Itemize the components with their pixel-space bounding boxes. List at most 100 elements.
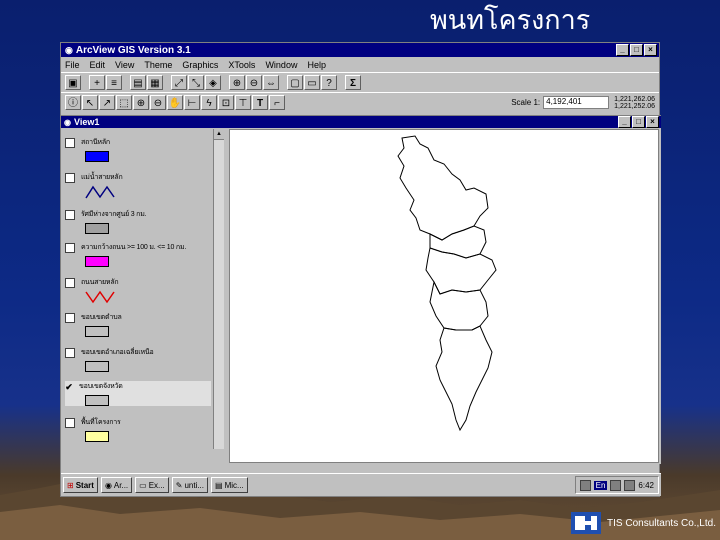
theme-name: แม่น้ำสายหลัก	[81, 174, 123, 181]
view-globe-icon: ◉	[64, 117, 71, 127]
theme-checkbox[interactable]	[65, 347, 75, 358]
taskbar-item-arcview[interactable]: ◉ Ar...	[100, 477, 133, 493]
theme-checkbox[interactable]	[65, 172, 75, 183]
tool-bar: ⓘ ↖ ↗ ⬚ ⊕ ⊖ ✋ ⊢ ϟ ⊡ ⊤ T ⌐ Scale 1: 4,192…	[61, 92, 659, 112]
menu-view[interactable]: View	[115, 60, 134, 70]
view-titlebar[interactable]: ◉ View1 _ □ ×	[61, 116, 661, 128]
language-indicator[interactable]: En	[593, 480, 608, 490]
label-icon[interactable]: ⊤	[235, 95, 251, 110]
tray-app-icon[interactable]	[579, 479, 591, 491]
help-icon[interactable]: ?	[321, 75, 337, 90]
theme-item[interactable]: ขอบเขตอำเภอเฉลี่ยเหนือ	[65, 347, 211, 372]
menu-help[interactable]: Help	[307, 60, 326, 70]
view-close-button[interactable]: ×	[646, 116, 659, 128]
taskbar-item-untitled[interactable]: ✎ unti...	[171, 477, 209, 493]
minimize-button[interactable]: _	[616, 44, 629, 56]
select-features-icon[interactable]: ▢	[287, 75, 303, 90]
view-title: View1	[73, 117, 100, 127]
theme-checkbox[interactable]	[65, 417, 75, 428]
view-minimize-button[interactable]: _	[618, 116, 631, 128]
theme-properties-icon[interactable]: ≡	[106, 75, 122, 90]
theme-checkbox[interactable]	[65, 277, 75, 288]
zoom-out-icon[interactable]: ⊖	[246, 75, 262, 90]
table-icon[interactable]: ▦	[147, 75, 163, 90]
start-label: Start	[75, 480, 94, 490]
menu-bar: File Edit View Theme Graphics XTools Win…	[61, 57, 659, 72]
vertex-edit-icon[interactable]: ↗	[99, 95, 115, 110]
menu-edit[interactable]: Edit	[90, 60, 106, 70]
menu-graphics[interactable]: Graphics	[182, 60, 218, 70]
theme-fill-symbol	[85, 151, 109, 162]
theme-name: สถานีหลัก	[81, 139, 110, 146]
zoom-selected-icon[interactable]: ◈	[205, 75, 221, 90]
windows-taskbar: ⊞ Start ◉ Ar... ▭ Ex... ✎ unti... ▤ Mic.…	[61, 473, 661, 496]
summarize-icon[interactable]: Σ	[345, 75, 361, 90]
menu-xtools[interactable]: XTools	[228, 60, 255, 70]
theme-item[interactable]: ถนนสายหลัก	[65, 277, 211, 309]
theme-item[interactable]: พื้นที่โครงการ	[65, 417, 211, 442]
start-button[interactable]: ⊞ Start	[63, 477, 98, 493]
arcview-globe-icon: ◉	[65, 44, 73, 55]
theme-item[interactable]: ขอบเขตตำบล	[65, 312, 211, 337]
identify-icon[interactable]: ⓘ	[65, 95, 81, 110]
view-window: ◉ View1 _ □ × สถานีหลัก แม่น้ำสายหลัก รั…	[61, 115, 661, 464]
theme-checkbox[interactable]	[65, 209, 75, 220]
taskbar-item-label: Mic...	[224, 480, 244, 490]
theme-item[interactable]: รัศมีห่างจากศูนย์ 3 กม.	[65, 209, 211, 234]
map-canvas[interactable]	[229, 129, 659, 463]
theme-checkbox[interactable]	[65, 242, 75, 253]
province-boundary-map	[397, 135, 497, 432]
province-south	[435, 325, 493, 432]
app-titlebar[interactable]: ◉ ArcView GIS Version 3.1 _ □ ×	[61, 43, 659, 57]
clear-selection-icon[interactable]: ▭	[304, 75, 320, 90]
taskbar-item-explorer[interactable]: ▭ Ex...	[135, 477, 169, 493]
toc-scrollbar[interactable]: ▲	[213, 129, 224, 449]
taskbar-item-label: Ex...	[148, 480, 165, 490]
zoom-full-icon[interactable]: ⤢	[171, 75, 187, 90]
view-maximize-button[interactable]: □	[632, 116, 645, 128]
select-feature-icon[interactable]: ⬚	[116, 95, 132, 110]
save-icon[interactable]: ▣	[65, 75, 81, 90]
text-icon[interactable]: T	[252, 95, 268, 110]
edit-legend-icon[interactable]: ▤	[130, 75, 146, 90]
theme-checkbox-checked[interactable]: ✔	[65, 382, 73, 391]
theme-checkbox[interactable]	[65, 312, 75, 323]
theme-checkbox[interactable]	[65, 137, 75, 148]
tray-volume-icon[interactable]	[624, 479, 636, 491]
menu-window[interactable]: Window	[265, 60, 297, 70]
close-button[interactable]: ×	[644, 44, 657, 56]
theme-item-active[interactable]: ✔ ขอบเขตจังหวัด	[65, 381, 211, 406]
theme-item[interactable]: ความกว้างถนน >= 100 ม. <= 10 กม.	[65, 242, 211, 267]
add-theme-icon[interactable]: +	[89, 75, 105, 90]
theme-name: พื้นที่โครงการ	[81, 419, 121, 426]
zoom-active-icon[interactable]: ⤡	[188, 75, 204, 90]
draw-icon[interactable]: ⌐	[269, 95, 285, 110]
theme-item[interactable]: แม่น้ำสายหลัก	[65, 172, 211, 204]
theme-fill-symbol	[85, 395, 109, 406]
maximize-button[interactable]: □	[630, 44, 643, 56]
scale-label: Scale 1:	[511, 98, 541, 107]
theme-name: ขอบเขตตำบล	[81, 314, 122, 321]
zoom-in-tool-icon[interactable]: ⊕	[133, 95, 149, 110]
pan-extent-icon[interactable]: ⇔	[263, 75, 279, 90]
theme-name: ถนนสายหลัก	[81, 279, 119, 286]
zoom-out-tool-icon[interactable]: ⊖	[150, 95, 166, 110]
theme-line-symbol	[85, 185, 115, 199]
area-of-interest-icon[interactable]: ⊡	[218, 95, 234, 110]
pan-hand-icon[interactable]: ✋	[167, 95, 183, 110]
scale-input[interactable]: 4,192,401	[543, 96, 610, 109]
taskbar-item-microsoft[interactable]: ▤ Mic...	[211, 477, 248, 493]
scroll-up-icon[interactable]: ▲	[214, 129, 224, 140]
measure-icon[interactable]: ⊢	[184, 95, 200, 110]
theme-name: ความกว้างถนน >= 100 ม. <= 10 กม.	[81, 244, 187, 251]
hotlink-icon[interactable]: ϟ	[201, 95, 217, 110]
menu-file[interactable]: File	[65, 60, 80, 70]
menu-theme[interactable]: Theme	[144, 60, 172, 70]
pointer-icon[interactable]: ↖	[82, 95, 98, 110]
zoom-in-icon[interactable]: ⊕	[229, 75, 245, 90]
tray-network-icon[interactable]	[610, 479, 622, 491]
theme-item[interactable]: สถานีหลัก	[65, 137, 211, 162]
province-north-east	[429, 225, 487, 259]
taskbar-clock: 6:42	[638, 480, 654, 490]
theme-name: รัศมีห่างจากศูนย์ 3 กม.	[81, 211, 147, 218]
